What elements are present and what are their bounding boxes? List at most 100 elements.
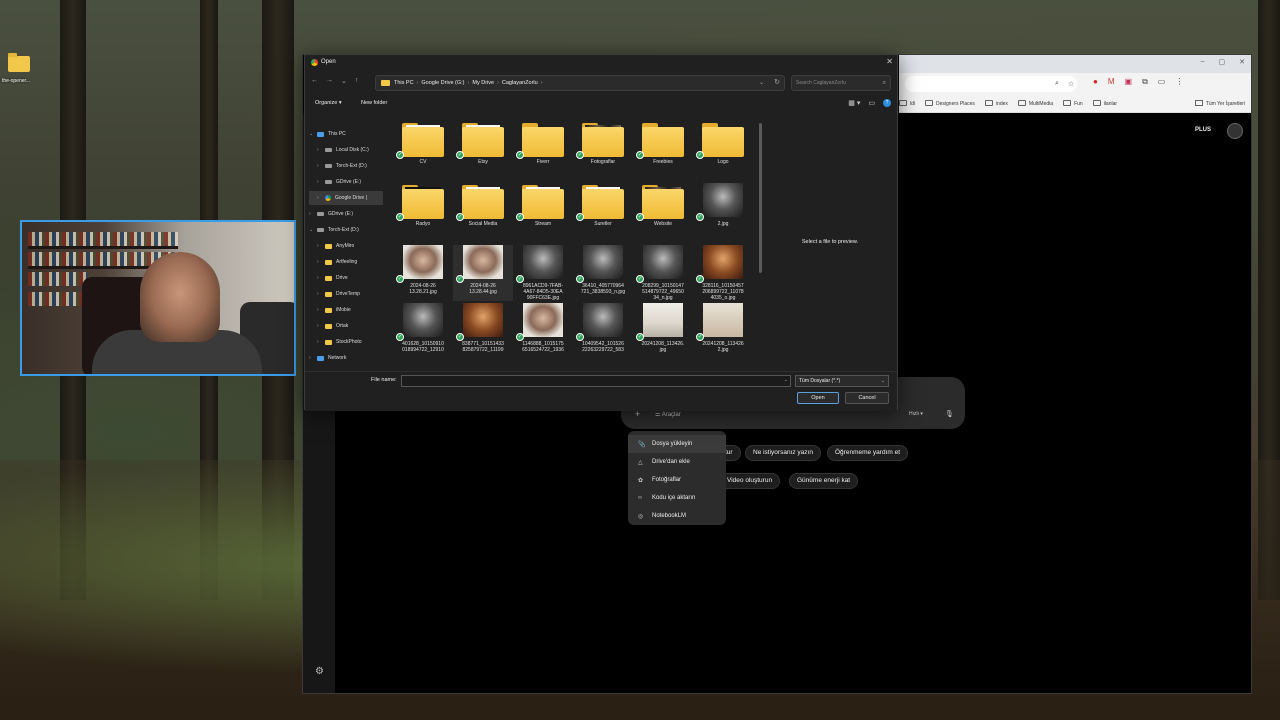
file-item[interactable]: ✓ 2024-08-26 13.28.21.jpg xyxy=(393,245,453,301)
chevron-right-icon[interactable]: › xyxy=(317,147,325,153)
file-item[interactable]: ✓ 401628_10150910 018994722_12910 xyxy=(393,303,453,359)
chevron-right-icon[interactable]: › xyxy=(317,291,325,297)
cancel-button[interactable]: Cancel xyxy=(845,392,889,404)
chevron-right-icon[interactable]: › xyxy=(317,339,325,345)
settings-gear-icon[interactable]: ⚙ xyxy=(315,666,324,677)
bookmark-item[interactable]: Fun xyxy=(1063,100,1083,107)
path-bar[interactable]: This PC › Google Drive (G:) › My Drive › Cagla… xyxy=(375,75,785,91)
nav-tree-item[interactable]: ⌄ Torch-Ext (D:) xyxy=(309,223,383,237)
nav-tree-item[interactable]: › Local Disk (C:) xyxy=(309,143,383,157)
attach-menu-item[interactable]: ✿ Fotoğraflar xyxy=(628,471,726,489)
back-arrow-icon[interactable]: ← xyxy=(311,77,318,85)
chevron-right-icon[interactable]: › xyxy=(317,275,325,281)
bookmark-item[interactable]: ilanlar xyxy=(1093,100,1117,107)
file-item[interactable]: ✓ 20241208_113426. jpg xyxy=(633,303,693,359)
microphone-icon[interactable]: 🎙 xyxy=(945,410,954,418)
folder-item[interactable]: ✓ Radyo xyxy=(393,183,453,239)
dialog-close-icon[interactable]: ✕ xyxy=(886,57,893,66)
nav-tree-item[interactable]: › Torch-Ext (D:) xyxy=(309,159,383,173)
puzzle-icon[interactable]: ⧉ xyxy=(1142,77,1148,87)
file-name-input[interactable]: ⌄ xyxy=(401,375,791,387)
maximize-icon[interactable]: ▢ xyxy=(1219,58,1226,66)
chevron-right-icon[interactable]: › xyxy=(317,323,325,329)
file-grid-scrollbar[interactable] xyxy=(759,123,762,273)
file-item[interactable]: ✓ 36410_405770964 721_3838593_n.jpg xyxy=(573,245,633,301)
bookmark-item[interactable]: MultiMedia xyxy=(1018,100,1053,107)
breadcrumb-separator[interactable]: › xyxy=(468,80,470,86)
nav-tree-item[interactable]: › AnyMiro xyxy=(309,239,383,253)
nav-tree-item[interactable]: › GDrive (E:) xyxy=(309,207,383,221)
nav-tree-item[interactable]: › GDrive (E:) xyxy=(309,175,383,189)
close-icon[interactable]: ✕ xyxy=(1239,58,1245,66)
address-bar[interactable]: ⌕ ☆ xyxy=(905,76,1077,92)
file-item[interactable]: ✓ 8961ACD9-7FAB- 4A67-84D5-30EA 90FFC63E.… xyxy=(513,245,573,301)
gmail-extension-icon[interactable]: M xyxy=(1108,77,1115,87)
chevron-right-icon[interactable]: › xyxy=(317,307,325,313)
nav-tree-item[interactable]: › Google Drive ( xyxy=(309,191,383,205)
attach-menu-item[interactable]: △ Drive'dan ekle xyxy=(628,453,726,471)
breadcrumb-item[interactable]: My Drive xyxy=(472,80,494,86)
all-bookmarks[interactable]: Tüm Yer İşaretleri xyxy=(1195,100,1245,107)
folder-item[interactable]: ✓ Etsy xyxy=(453,121,513,177)
suggestion-chip[interactable]: Günüme enerji kat xyxy=(789,473,859,489)
suggestion-chip[interactable]: Ne istiyorsanız yazın xyxy=(745,445,821,461)
search-input[interactable]: Search CaglayanZorlu ⌕ xyxy=(791,75,891,91)
file-item[interactable]: ✓ 2.jpg xyxy=(693,183,753,239)
folder-item[interactable]: ✓ Freebies xyxy=(633,121,693,177)
nav-tree-item[interactable]: › StockPhoto xyxy=(309,335,383,349)
bookmark-item[interactable]: Designers Places xyxy=(925,100,975,107)
bookmark-item[interactable]: index xyxy=(985,100,1008,107)
bookmark-star-icon[interactable]: ☆ xyxy=(1068,80,1074,88)
file-item[interactable]: ✓ 10409542_101526 22263229722_583 xyxy=(573,303,633,359)
up-arrow-icon[interactable]: ↑ xyxy=(355,77,359,85)
preview-pane-icon[interactable]: ▭ xyxy=(868,99,875,107)
pocket-extension-icon[interactable]: ▣ xyxy=(1125,77,1133,87)
chevron-right-icon[interactable]: › xyxy=(317,163,325,169)
forward-arrow-icon[interactable]: → xyxy=(326,77,333,85)
organize-button[interactable]: Organize ▾ xyxy=(315,100,342,106)
file-name-chevron-icon[interactable]: ⌄ xyxy=(784,377,788,383)
breadcrumb-separator[interactable]: › xyxy=(417,80,419,86)
nav-tree-item[interactable]: › Artfeeling xyxy=(309,255,383,269)
suggestion-chip[interactable]: Video oluşturun xyxy=(719,473,781,489)
sidepanel-icon[interactable]: ▭ xyxy=(1158,77,1166,87)
folder-item[interactable]: ✓ Fiverr xyxy=(513,121,573,177)
chevron-down-icon[interactable]: ⌄ xyxy=(309,131,317,137)
nav-tree-item[interactable]: › iMobie xyxy=(309,303,383,317)
file-item[interactable]: ✓ 1146888_1015175 6516524722_1936 xyxy=(513,303,573,359)
folder-item[interactable]: ✓ Social Media xyxy=(453,183,513,239)
folder-item[interactable]: ✓ Stream xyxy=(513,183,573,239)
folder-item[interactable]: ✓ Suretler xyxy=(573,183,633,239)
nav-tree-item[interactable]: › Ortak xyxy=(309,319,383,333)
folder-item[interactable]: ✓ Logo xyxy=(693,121,753,177)
minimize-icon[interactable]: – xyxy=(1201,58,1205,66)
breadcrumb-item[interactable]: This PC xyxy=(394,80,414,86)
file-type-select[interactable]: Tüm Dosyalar (*.*) ⌄ xyxy=(795,375,889,387)
file-item[interactable]: ✓ 328116_10150457 206899722_11078 4035_o.… xyxy=(693,245,753,301)
breadcrumb-item[interactable]: CaglayanZorlu xyxy=(502,80,538,86)
chevron-right-icon[interactable]: › xyxy=(317,259,325,265)
chevron-right-icon[interactable]: › xyxy=(317,243,325,249)
path-history-chevron-icon[interactable]: ⌄ xyxy=(759,79,764,86)
recent-chevron-icon[interactable]: ⌄ xyxy=(341,77,347,85)
model-speed-selector[interactable]: Hızlı ▾ xyxy=(909,411,923,417)
suggestion-chip[interactable]: Öğrenmeme yardım et xyxy=(827,445,909,461)
help-icon[interactable]: ? xyxy=(883,99,891,107)
chevron-right-icon[interactable]: › xyxy=(309,211,317,217)
refresh-icon[interactable]: ↻ xyxy=(774,78,780,86)
view-mode-icon[interactable]: ▦ ▾ xyxy=(848,99,860,107)
file-item[interactable]: ✓ 208299_10150147 514879722_49650 34_n.jp… xyxy=(633,245,693,301)
file-item[interactable]: ✓ 838771_10151433 825879722_11199 xyxy=(453,303,513,359)
desktop-folder-icon[interactable] xyxy=(8,53,30,72)
chevron-down-icon[interactable]: ⌄ xyxy=(309,227,317,233)
breadcrumb-separator[interactable]: › xyxy=(497,80,499,86)
breadcrumb-item[interactable]: Google Drive (G:) xyxy=(421,80,464,86)
nav-tree-item[interactable]: ⌄ This PC xyxy=(309,127,383,141)
chevron-right-icon[interactable]: › xyxy=(309,355,317,361)
new-folder-button[interactable]: New folder xyxy=(361,100,387,106)
chevron-right-icon[interactable]: › xyxy=(317,195,325,201)
zoom-icon[interactable]: ⌕ xyxy=(1055,80,1059,88)
menu-icon[interactable]: ⋮ xyxy=(1175,77,1183,87)
attach-menu-item[interactable]: ‹› Kodu içe aktarın xyxy=(628,489,726,507)
attach-menu-item[interactable]: ◎ NotebookLM xyxy=(628,507,726,525)
